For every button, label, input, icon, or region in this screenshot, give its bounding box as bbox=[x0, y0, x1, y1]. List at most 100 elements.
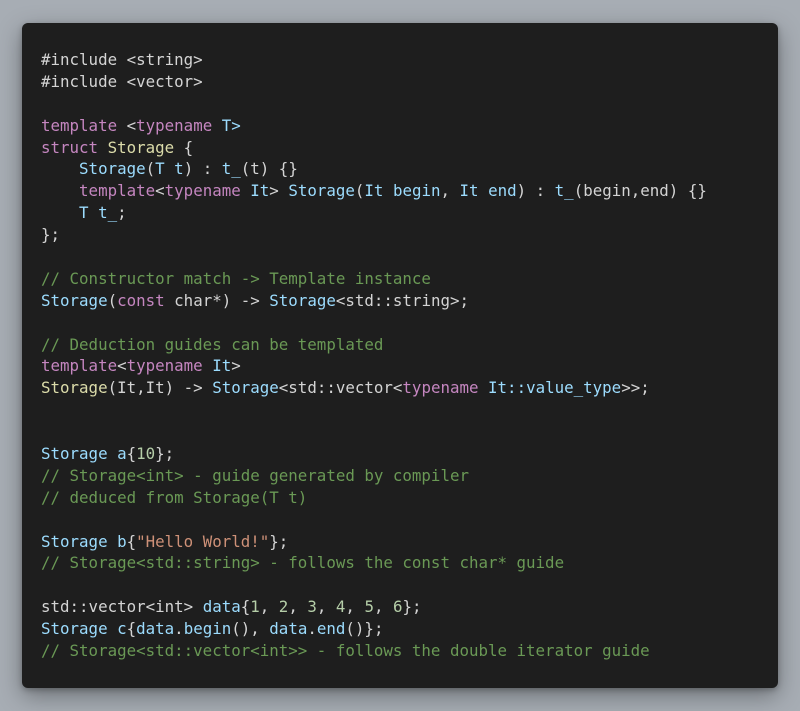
code-token: ( bbox=[145, 159, 156, 179]
code-token: template bbox=[41, 356, 118, 376]
code-token: "Hello World!" bbox=[136, 531, 270, 551]
code-token: <std::vector< bbox=[278, 378, 403, 398]
code-token: // deduced from Storage(T t) bbox=[41, 487, 308, 507]
code-token: ( bbox=[107, 290, 118, 310]
code-token: It bbox=[240, 181, 270, 201]
code-token: // Deduction guides can be templated bbox=[41, 334, 384, 354]
code-line: }; bbox=[41, 224, 707, 246]
code-token: { bbox=[126, 444, 137, 464]
code-token: 5 bbox=[364, 597, 374, 617]
code-token: < bbox=[155, 181, 165, 201]
code-token: ()}; bbox=[345, 619, 384, 639]
code-token: Storage bbox=[41, 159, 146, 179]
code-token: , bbox=[373, 597, 393, 617]
code-token: typename bbox=[126, 356, 203, 376]
code-token: ) : bbox=[183, 159, 222, 179]
code-line: Storage c{data.begin(), data.end()}; bbox=[41, 618, 707, 640]
code-token: #include <vector> bbox=[41, 71, 203, 91]
code-token: }; bbox=[269, 531, 289, 551]
code-token: (It,It) -> bbox=[107, 378, 213, 398]
code-token: 10 bbox=[136, 444, 156, 464]
code-token: { bbox=[240, 597, 251, 617]
code-token: T t bbox=[155, 159, 184, 179]
code-token: { bbox=[126, 619, 137, 639]
code-line: T t_; bbox=[41, 202, 707, 224]
code-token: (begin,end) {} bbox=[573, 181, 707, 201]
code-token: Storage bbox=[41, 290, 108, 310]
code-token: t_ bbox=[221, 159, 241, 179]
code-token: Storage bbox=[212, 378, 279, 398]
code-token: 6 bbox=[392, 597, 403, 617]
code-line: Storage b{"Hello World!"}; bbox=[41, 531, 707, 553]
code-token: > bbox=[231, 356, 241, 376]
code-editor-window: #include <string> #include <vector> templ… bbox=[22, 23, 778, 688]
code-line: Storage(T t) : t_(t) {} bbox=[41, 158, 707, 180]
code-token: . bbox=[174, 619, 184, 639]
code-token: { bbox=[174, 137, 194, 157]
code-token: Storage bbox=[41, 444, 108, 464]
code-token: // Storage<int> - guide generated by com… bbox=[41, 465, 469, 485]
code-token: Storage bbox=[41, 619, 108, 639]
code-token: , bbox=[288, 597, 308, 617]
code-token: T> bbox=[212, 115, 241, 135]
code-token: { bbox=[126, 531, 137, 551]
code-token: , bbox=[440, 181, 460, 201]
code-token: It::value_type bbox=[488, 378, 622, 398]
code-token: It bbox=[202, 356, 232, 376]
code-token: data bbox=[202, 597, 241, 617]
code-token: <std::string>; bbox=[335, 290, 470, 310]
code-token: begin bbox=[183, 619, 232, 639]
code-block[interactable]: #include <string> #include <vector> templ… bbox=[41, 49, 707, 662]
code-token: // Storage<std::vector<int>> - follows t… bbox=[41, 641, 650, 661]
code-token: b bbox=[117, 531, 127, 551]
code-token: 1 bbox=[250, 597, 260, 617]
code-token: Storage bbox=[269, 290, 336, 310]
code-token: , bbox=[316, 597, 336, 617]
code-token: char*) -> bbox=[164, 290, 270, 310]
code-token: t_ bbox=[554, 181, 574, 201]
code-token: typename bbox=[136, 115, 213, 135]
code-token: >>; bbox=[621, 378, 650, 398]
code-token: Storage bbox=[41, 531, 108, 551]
code-token: #include <string> bbox=[41, 50, 203, 69]
code-line: struct Storage { bbox=[41, 137, 707, 159]
code-token: < bbox=[117, 356, 127, 376]
code-token: Storage bbox=[288, 181, 355, 201]
code-token: 2 bbox=[278, 597, 289, 617]
code-token: data bbox=[136, 619, 175, 639]
code-token: typename bbox=[164, 181, 241, 201]
code-token: 3 bbox=[307, 597, 317, 617]
code-token: // Constructor match -> Template instanc… bbox=[41, 268, 431, 288]
code-token: }; bbox=[155, 444, 175, 464]
code-token: typename bbox=[402, 378, 479, 398]
code-token: data bbox=[269, 619, 308, 639]
code-token: < bbox=[117, 115, 137, 135]
code-token: const bbox=[117, 290, 165, 310]
code-line: #include <vector> bbox=[41, 71, 707, 93]
code-token: end bbox=[316, 619, 346, 639]
code-token: > bbox=[269, 181, 289, 201]
code-line: // Constructor match -> Template instanc… bbox=[41, 268, 707, 290]
code-token: , bbox=[345, 597, 365, 617]
code-line: template<typename It> bbox=[41, 355, 707, 377]
code-line: // Storage<std::vector<int>> - follows t… bbox=[41, 640, 707, 662]
code-line: // Storage<int> - guide generated by com… bbox=[41, 465, 707, 487]
code-token: template bbox=[41, 115, 118, 135]
code-token: ; bbox=[117, 203, 127, 223]
code-line: // Deduction guides can be templated bbox=[41, 334, 707, 356]
code-line: Storage(const char*) -> Storage<std::str… bbox=[41, 290, 707, 312]
code-line: // deduced from Storage(T t) bbox=[41, 487, 707, 509]
code-line: template<typename It> Storage(It begin, … bbox=[41, 180, 707, 202]
code-line: Storage(It,It) -> Storage<std::vector<ty… bbox=[41, 377, 707, 399]
code-token: std::vector<int> bbox=[41, 597, 203, 617]
code-token: Storage bbox=[41, 378, 108, 398]
code-token: 4 bbox=[335, 597, 346, 617]
code-line: template <typename T> bbox=[41, 115, 707, 137]
code-token: It begin bbox=[364, 181, 441, 201]
